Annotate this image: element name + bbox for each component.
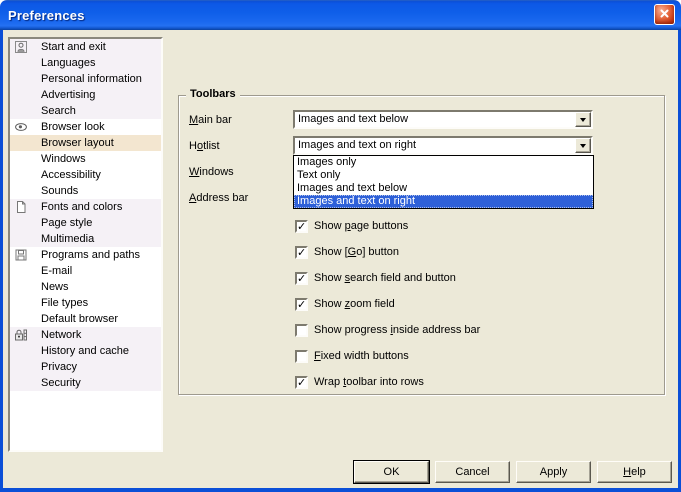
checkbox-wrap-toolbar-into-rows[interactable]: Wrap toolbar into rows <box>295 376 480 402</box>
checkbox-checked-icon <box>295 298 308 311</box>
sidebar-item-label: History and cache <box>41 345 129 357</box>
checkbox-show-progress-inside-address-bar[interactable]: Show progress inside address bar <box>295 324 480 350</box>
field-label-main-bar: Main bar <box>189 114 232 127</box>
sidebar-item-multimedia[interactable]: Multimedia <box>10 231 161 247</box>
checkbox-label: Show page buttons <box>314 220 408 233</box>
sidebar-item-label: Advertising <box>41 89 95 101</box>
sidebar-item-label: Fonts and colors <box>41 201 122 213</box>
sidebar-item-languages[interactable]: Languages <box>10 55 161 71</box>
hotlist-dropdown-list: Images onlyText onlyImages and text belo… <box>293 155 594 209</box>
sidebar-item-security[interactable]: Security <box>10 375 161 391</box>
checkbox-checked-icon <box>295 272 308 285</box>
dropdown-arrow-icon[interactable] <box>575 112 591 127</box>
field-label-hotlist: Hotlist <box>189 140 220 153</box>
checkbox-label: Fixed width buttons <box>314 350 409 363</box>
ok-button[interactable]: OK <box>354 461 429 483</box>
hotlist-combobox[interactable]: Images and text on right <box>293 136 593 155</box>
sidebar-item-programs-and-paths[interactable]: Programs and paths <box>10 247 161 263</box>
apply-button[interactable]: Apply <box>516 461 591 483</box>
sidebar-item-label: Languages <box>41 57 95 69</box>
checkbox-show-zoom-field[interactable]: Show zoom field <box>295 298 480 324</box>
sidebar-item-advertising[interactable]: Advertising <box>10 87 161 103</box>
sidebar-item-label: Accessibility <box>41 169 101 181</box>
sidebar-item-file-types[interactable]: File types <box>10 295 161 311</box>
checkbox-label: Wrap toolbar into rows <box>314 376 424 389</box>
main-bar-combobox[interactable]: Images and text below <box>293 110 593 129</box>
dropdown-arrow-icon[interactable] <box>575 138 591 153</box>
checkbox-label: Show zoom field <box>314 298 395 311</box>
lock-icon <box>14 328 28 342</box>
checkbox-label: Show search field and button <box>314 272 456 285</box>
checkbox-show-page-buttons[interactable]: Show page buttons <box>295 220 480 246</box>
dropdown-option-images-and-text-on-right[interactable]: Images and text on right <box>294 195 593 208</box>
checkbox-label: Show progress inside address bar <box>314 324 480 337</box>
dialog-body: Start and exit Languages Personal informat… <box>0 30 681 492</box>
sidebar-item-search[interactable]: Search <box>10 103 161 119</box>
sidebar-item-default-browser[interactable]: Default browser <box>10 311 161 327</box>
sidebar-item-browser-layout[interactable]: Browser layout <box>10 135 161 151</box>
sidebar-item-label: File types <box>41 297 88 309</box>
cancel-button[interactable]: Cancel <box>435 461 510 483</box>
dropdown-option-images-and-text-below[interactable]: Images and text below <box>294 182 593 195</box>
window-title: Preferences <box>8 8 85 23</box>
field-label-windows: Windows <box>189 166 234 179</box>
dropdown-option-text-only[interactable]: Text only <box>294 169 593 182</box>
preferences-dialog: Preferences Start and exit Languages Perso… <box>0 0 681 492</box>
sidebar-item-label: Page style <box>41 217 92 229</box>
sidebar-list: Start and exit Languages Personal informat… <box>8 37 163 452</box>
sidebar-item-label: Sounds <box>41 185 78 197</box>
sidebar-item-label: Start and exit <box>41 41 106 53</box>
sidebar-item-label: Privacy <box>41 361 77 373</box>
sidebar-item-history-and-cache[interactable]: History and cache <box>10 343 161 359</box>
main-bar-value: Images and text below <box>298 113 408 126</box>
checkbox-show-search-field-and-button[interactable]: Show search field and button <box>295 272 480 298</box>
sidebar-item-label: Windows <box>41 153 86 165</box>
close-button[interactable] <box>654 4 675 25</box>
sidebar-item-windows[interactable]: Windows <box>10 151 161 167</box>
sidebar-item-fonts-and-colors[interactable]: Fonts and colors <box>10 199 161 215</box>
sidebar-item-label: Browser layout <box>41 137 114 149</box>
sidebar-item-privacy[interactable]: Privacy <box>10 359 161 375</box>
checkbox-unchecked-icon <box>295 350 308 363</box>
sidebar-item-accessibility[interactable]: Accessibility <box>10 167 161 183</box>
sidebar-item-label: Security <box>41 377 81 389</box>
sidebar-item-label: Programs and paths <box>41 249 140 261</box>
sidebar-item-label: Search <box>41 105 76 117</box>
sidebar-item-start-and-exit[interactable]: Start and exit <box>10 39 161 55</box>
sidebar-item-label: Default browser <box>41 313 118 325</box>
close-icon <box>659 8 670 22</box>
sidebar-item-label: Multimedia <box>41 233 94 245</box>
user-icon <box>14 40 28 54</box>
checkbox-label: Show [Go] button <box>314 246 399 259</box>
checkbox-checked-icon <box>295 246 308 259</box>
groupbox-title: Toolbars <box>186 88 240 100</box>
help-button[interactable]: Help <box>597 461 672 483</box>
checkbox-fixed-width-buttons[interactable]: Fixed width buttons <box>295 350 480 376</box>
document-icon <box>14 200 28 214</box>
sidebar-item-personal-information[interactable]: Personal information <box>10 71 161 87</box>
floppy-icon <box>14 248 28 262</box>
checkbox-checked-icon <box>295 220 308 233</box>
checkbox-group: Show page buttons Show [Go] button Show se… <box>295 220 480 402</box>
field-label-address-bar: Address bar <box>189 192 248 205</box>
titlebar: Preferences <box>0 0 681 30</box>
sidebar-item-label: Network <box>41 329 81 341</box>
sidebar-item-e-mail[interactable]: E-mail <box>10 263 161 279</box>
sidebar-item-label: Browser look <box>41 121 105 133</box>
checkbox-unchecked-icon <box>295 324 308 337</box>
dialog-buttons: OK Cancel Apply Help <box>354 461 672 483</box>
dropdown-option-images-only[interactable]: Images only <box>294 156 593 169</box>
sidebar-item-sounds[interactable]: Sounds <box>10 183 161 199</box>
sidebar-item-label: News <box>41 281 69 293</box>
sidebar-item-browser-look[interactable]: Browser look <box>10 119 161 135</box>
sidebar-item-label: E-mail <box>41 265 72 277</box>
sidebar-item-label: Personal information <box>41 73 142 85</box>
sidebar-item-page-style[interactable]: Page style <box>10 215 161 231</box>
checkbox-show-go-button[interactable]: Show [Go] button <box>295 246 480 272</box>
sidebar-item-network[interactable]: Network <box>10 327 161 343</box>
sidebar-item-news[interactable]: News <box>10 279 161 295</box>
checkbox-checked-icon <box>295 376 308 389</box>
eye-icon <box>14 120 28 134</box>
hotlist-value: Images and text on right <box>298 139 416 152</box>
